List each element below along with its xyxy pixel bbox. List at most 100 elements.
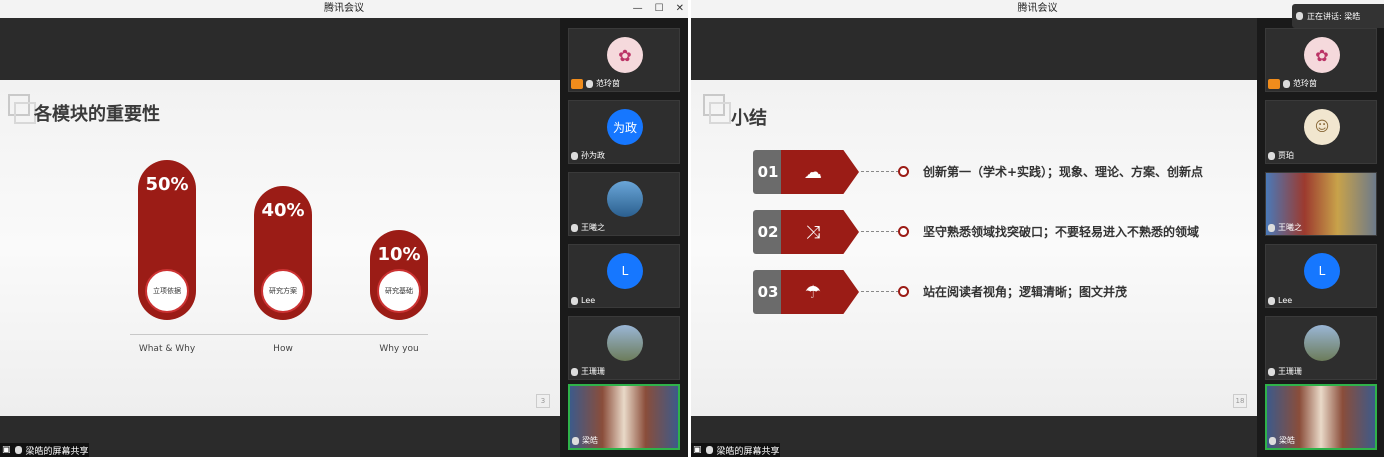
item-text: 坚守熟悉领域找突破口；不要轻易进入不熟悉的领域 (923, 225, 1200, 239)
participant-tile[interactable]: 王曦之 (1265, 172, 1377, 236)
participant-name: 王曦之 (1278, 223, 1302, 232)
host-icon (571, 78, 583, 89)
participant-name: Lee (581, 296, 596, 305)
participant-tile-active[interactable]: 梁皓 (568, 384, 680, 450)
item-text: 创新第一（学术+实践）；现象、理论、方案、创新点 (923, 165, 1204, 179)
x-label: Why you (379, 344, 419, 354)
share-label-text: 梁皓的屏幕共享 (25, 446, 89, 457)
share-label-text: 梁皓的屏幕共享 (716, 446, 780, 457)
mic-icon (1268, 223, 1275, 232)
slide: 小结 01 ☁ 创新第一（学术+实践）；现象、理论、方案、创新点 02 ⤨ 坚守… (691, 80, 1257, 416)
meeting-window-left: 腾讯会议 — ☐ ✕ 各模块的重要性 50% 立项依据 40% 研究方案 10%… (0, 0, 688, 457)
cloud-download-icon: ☁ (781, 150, 859, 194)
bar-percent: 40% (261, 200, 305, 221)
participant-tile[interactable]: L Lee (568, 244, 680, 308)
page-number: 3 (536, 394, 550, 408)
screen-share-label[interactable]: ▣ 梁皓的屏幕共享 (0, 443, 89, 457)
mic-icon (1268, 296, 1275, 305)
shared-screen: 小结 01 ☁ 创新第一（学术+实践）；现象、理论、方案、创新点 02 ⤨ 坚守… (691, 18, 1257, 457)
slide: 各模块的重要性 50% 立项依据 40% 研究方案 10% 研究基础 What … (0, 80, 560, 416)
participant-tile[interactable]: ✿ 范玲茵 (568, 28, 680, 92)
screen-share-icon: ▣ (2, 445, 11, 455)
mic-icon (571, 296, 578, 305)
screen-share-label[interactable]: ▣ 梁皓的屏幕共享 (691, 443, 780, 457)
bullet-ring (898, 286, 909, 297)
bar-circle-label: 研究基础 (377, 269, 421, 313)
slide-title: 小结 (731, 108, 767, 129)
participant-name: Lee (1278, 296, 1293, 305)
connector-line (861, 231, 899, 232)
title-decoration-icon (703, 94, 731, 124)
window-title: 腾讯会议 (324, 3, 364, 14)
bullet-ring (898, 166, 909, 177)
bar-percent: 50% (145, 174, 189, 195)
item-number: 01 (753, 150, 783, 194)
window-title: 腾讯会议 (1017, 3, 1058, 14)
summary-item-3: 03 ☂ 站在阅读者视角；逻辑清晰；图文并茂 (753, 270, 1233, 314)
maximize-button[interactable]: ☐ (655, 0, 664, 18)
bar-percent: 10% (377, 244, 421, 265)
mic-icon (571, 367, 578, 376)
avatar: ☺ (1304, 109, 1340, 145)
bar-how: 40% 研究方案 (254, 186, 312, 320)
participant-name: 范玲茵 (1293, 79, 1317, 88)
mic-icon (572, 436, 579, 445)
avatar (607, 325, 643, 361)
mic-icon (571, 151, 578, 160)
host-icon (1268, 78, 1280, 89)
bar-why-you: 10% 研究基础 (370, 230, 428, 320)
summary-item-1: 01 ☁ 创新第一（学术+实践）；现象、理论、方案、创新点 (753, 150, 1233, 194)
participant-name: 王曦之 (581, 223, 605, 232)
umbrella-icon: ☂ (781, 270, 859, 314)
participant-name: 范玲茵 (596, 79, 620, 88)
item-number: 03 (753, 270, 783, 314)
speaking-indicator: 正在讲话: 梁皓 (1292, 4, 1384, 28)
mic-icon (1268, 151, 1275, 160)
avatar (607, 181, 643, 217)
bar-circle-label: 研究方案 (261, 269, 305, 313)
mic-icon (1283, 79, 1290, 88)
meeting-window-right: 腾讯会议 小结 01 ☁ 创新第一（学术+实践）；现象、理论、方案、创新点 02… (691, 0, 1384, 457)
mic-icon (586, 79, 593, 88)
connector-line (861, 171, 899, 172)
speaking-text: 正在讲话: 梁皓 (1307, 11, 1361, 21)
participant-name: 王珊珊 (1278, 367, 1302, 376)
close-button[interactable]: ✕ (676, 0, 684, 18)
participant-name: 梁皓 (582, 436, 598, 445)
avatar: ✿ (607, 37, 643, 73)
baseline (130, 334, 428, 335)
bar-circle-label: 立项依据 (145, 269, 189, 313)
shared-screen: 各模块的重要性 50% 立项依据 40% 研究方案 10% 研究基础 What … (0, 18, 560, 457)
x-label: What & Why (138, 344, 196, 354)
participant-name: 孙为政 (581, 151, 605, 160)
participant-tile[interactable]: ✿ 范玲茵 (1265, 28, 1377, 92)
title-decoration-icon (8, 94, 36, 124)
item-text: 站在阅读者视角；逻辑清晰；图文并茂 (923, 285, 1128, 299)
participant-list: ✿ 范玲茵 ☺ 贾珀 王曦之 L Lee 王珊珊 梁皓 (1257, 18, 1384, 457)
screen-share-icon: ▣ (693, 445, 702, 455)
participant-tile[interactable]: 王珊珊 (1265, 316, 1377, 380)
participant-tile[interactable]: ☺ 贾珀 (1265, 100, 1377, 164)
mic-icon (1296, 12, 1303, 20)
title-bar: 腾讯会议 (691, 0, 1384, 18)
participant-tile[interactable]: 为政 孙为政 (568, 100, 680, 164)
shuffle-icon: ⤨ (781, 210, 859, 254)
avatar (1304, 325, 1340, 361)
mic-icon (571, 223, 578, 232)
participant-tile[interactable]: L Lee (1265, 244, 1377, 308)
page-number: 18 (1233, 394, 1247, 408)
participant-tile[interactable]: 王曦之 (568, 172, 680, 236)
mic-icon (705, 446, 713, 454)
bar-what-why: 50% 立项依据 (138, 160, 196, 320)
mic-icon (14, 446, 22, 454)
bullet-ring (898, 226, 909, 237)
title-bar: 腾讯会议 — ☐ ✕ (0, 0, 688, 18)
x-label: How (273, 344, 293, 354)
item-number: 02 (753, 210, 783, 254)
avatar: L (1304, 253, 1340, 289)
slide-title: 各模块的重要性 (34, 104, 160, 125)
participant-tile-active[interactable]: 梁皓 (1265, 384, 1377, 450)
minimize-button[interactable]: — (633, 0, 643, 18)
participant-tile[interactable]: 王珊珊 (568, 316, 680, 380)
avatar: L (607, 253, 643, 289)
